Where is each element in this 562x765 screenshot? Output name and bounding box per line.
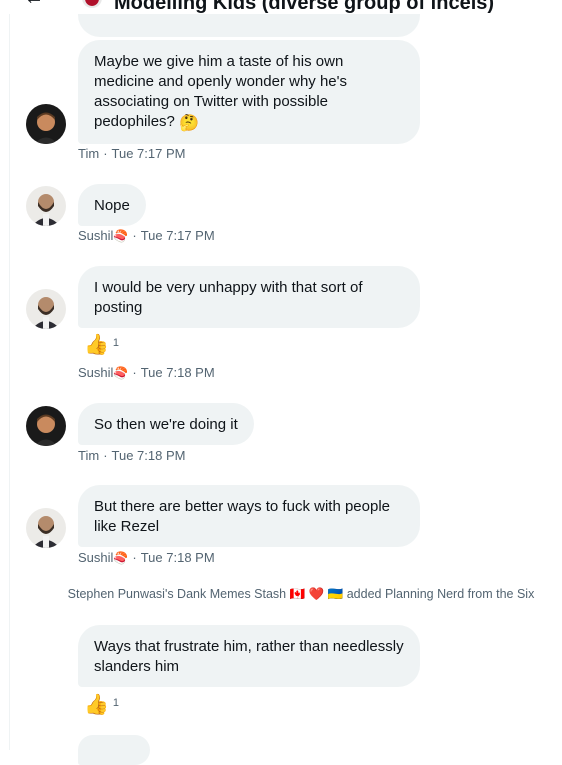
message-text: I would be very unhappy with that sort o…: [94, 279, 363, 316]
message-timestamp: Tue 7:18 PM: [140, 365, 215, 380]
message-meta: Tim · Tue 7:18 PM: [78, 448, 185, 464]
message-meta: Sushil🍣 · Tue 7:18 PM: [78, 365, 215, 381]
message-bubble[interactable]: Maybe we give him a taste of his own med…: [78, 40, 420, 144]
message-timestamp: Tue 7:18 PM: [140, 550, 215, 565]
sushi-emoji: 🍣: [113, 229, 129, 243]
meta-separator: ·: [132, 228, 137, 243]
reaction[interactable]: 👍 1: [84, 694, 119, 716]
message-meta: Tim · Tue 7:17 PM: [78, 146, 185, 162]
sender-name[interactable]: Tim: [78, 448, 99, 463]
avatar-tim[interactable]: [26, 406, 66, 446]
meta-separator: ·: [103, 146, 108, 161]
sushi-emoji: 🍣: [113, 366, 129, 380]
avatar-sushil[interactable]: [26, 289, 66, 329]
sender-name[interactable]: Tim: [78, 146, 99, 161]
thumbs-up-icon: 👍: [84, 334, 109, 356]
message-bubble[interactable]: So then we're doing it: [78, 403, 254, 445]
meta-separator: ·: [103, 448, 108, 463]
thumbs-up-icon: 👍: [84, 694, 109, 716]
meta-separator: ·: [132, 550, 137, 565]
message-timestamp: Tue 7:17 PM: [111, 146, 186, 161]
message-text: Nope: [94, 197, 130, 214]
reaction-count: 1: [112, 337, 120, 349]
message-bubble-partial[interactable]: [78, 735, 150, 765]
avatar-sushil[interactable]: [26, 508, 66, 548]
thinking-face-emoji: 🤔: [179, 115, 199, 132]
reaction-count: 1: [112, 697, 120, 709]
conversation-header: ← Modelling Kids (diverse group of incel…: [0, 0, 562, 14]
message-text: So then we're doing it: [94, 416, 238, 433]
reaction[interactable]: 👍 1: [84, 334, 119, 356]
message-meta: Sushil🍣 · Tue 7:17 PM: [78, 228, 215, 244]
left-border: [9, 0, 10, 750]
sender-name[interactable]: Sushil: [78, 365, 113, 380]
sender-name[interactable]: Sushil: [78, 550, 113, 565]
group-avatar[interactable]: [82, 0, 102, 8]
avatar-sushil[interactable]: [26, 186, 66, 226]
message-bubble[interactable]: I would be very unhappy with that sort o…: [78, 266, 420, 328]
message-timestamp: Tue 7:17 PM: [140, 228, 215, 243]
message-meta: Sushil🍣 · Tue 7:18 PM: [78, 550, 215, 566]
avatar-tim[interactable]: [26, 104, 66, 144]
message-bubble[interactable]: Ways that frustrate him, rather than nee…: [78, 625, 420, 687]
message-text: But there are better ways to fuck with p…: [94, 498, 390, 535]
message-bubble[interactable]: But there are better ways to fuck with p…: [78, 485, 420, 547]
message-text: Ways that frustrate him, rather than nee…: [94, 638, 404, 675]
meta-separator: ·: [132, 365, 137, 380]
sender-name[interactable]: Sushil: [78, 228, 113, 243]
message-bubble[interactable]: Nope: [78, 184, 146, 226]
conversation-title[interactable]: Modelling Kids (diverse group of incels): [114, 0, 494, 14]
back-arrow-icon[interactable]: ←: [24, 0, 44, 8]
sushi-emoji: 🍣: [113, 551, 129, 565]
message-text: Maybe we give him a taste of his own med…: [94, 53, 348, 130]
message-timestamp: Tue 7:18 PM: [111, 448, 186, 463]
system-message: Stephen Punwasi's Dank Memes Stash 🇨🇦 ❤️…: [67, 587, 535, 601]
